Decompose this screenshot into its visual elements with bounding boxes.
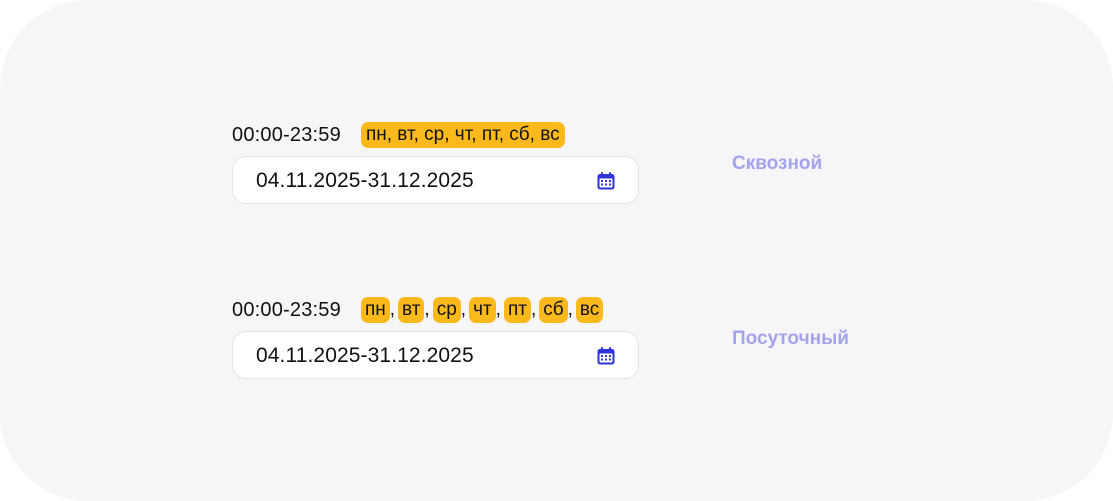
mode-label-continuous: Сквозной [732, 153, 823, 174]
mode-label-daily: Посуточный [732, 328, 849, 349]
schedule-summary: 00:00-23:59 пн, вт, ср, чт, пт, сб, вс [232, 295, 872, 325]
day-separator: , [424, 299, 430, 320]
calendar-icon[interactable] [596, 346, 616, 366]
weekdays-chip: пн, вт, ср, чт, пт, сб, вс [360, 122, 565, 148]
day-chip: ср [432, 297, 461, 323]
day-separator: , [495, 299, 501, 320]
day-separator: , [567, 299, 573, 320]
schedule-summary: 00:00-23:59 пн, вт, ср, чт, пт, сб, вс [232, 120, 872, 150]
date-range-value: 04.11.2025-31.12.2025 [256, 344, 474, 367]
weekdays: пн, вт, ср, чт, пт, сб, вс [360, 297, 604, 323]
day-separator: , [460, 299, 467, 320]
day-chip: вс [575, 297, 604, 323]
schedule-row-continuous: 00:00-23:59 пн, вт, ср, чт, пт, сб, вс 0… [232, 120, 872, 204]
weekdays: пн, вт, ср, чт, пт, сб, вс [360, 122, 565, 148]
day-chip: сб [539, 297, 568, 323]
day-chip: чт [469, 297, 496, 323]
time-range: 00:00-23:59 [232, 298, 341, 321]
date-range-field[interactable]: 04.11.2025-31.12.2025 [232, 331, 639, 379]
calendar-icon[interactable] [596, 171, 616, 191]
day-separator: , [389, 299, 396, 320]
day-chip: вт [398, 297, 425, 323]
date-range-field[interactable]: 04.11.2025-31.12.2025 [232, 156, 639, 204]
schedule-row-daily: 00:00-23:59 пн, вт, ср, чт, пт, сб, вс 0… [232, 295, 872, 379]
schedule-card: 00:00-23:59 пн, вт, ср, чт, пт, сб, вс 0… [0, 0, 1113, 501]
time-range: 00:00-23:59 [232, 123, 341, 146]
date-range-value: 04.11.2025-31.12.2025 [256, 169, 474, 192]
day-chip: пн [360, 297, 390, 323]
day-separator: , [530, 299, 537, 320]
day-chip: пт [503, 297, 531, 323]
